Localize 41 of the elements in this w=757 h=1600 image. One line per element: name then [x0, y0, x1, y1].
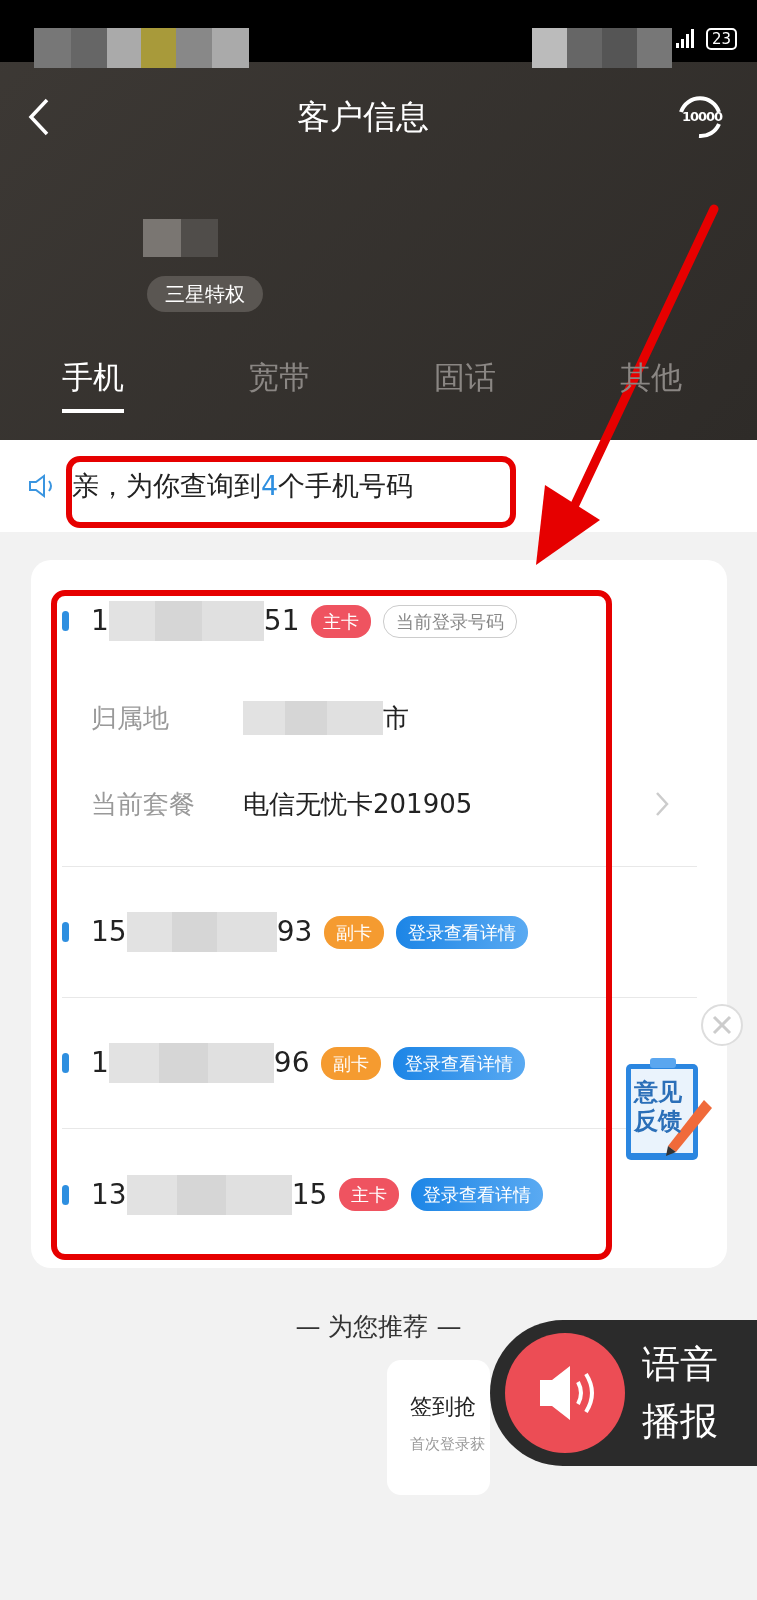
- login-details-button[interactable]: 登录查看详情: [396, 915, 529, 949]
- number-suffix: 93: [276, 914, 313, 950]
- card-type-tag: 主卡: [311, 604, 372, 638]
- card-type-tag: 主卡: [339, 1178, 400, 1211]
- battery-level: 23: [705, 28, 737, 50]
- bullet-icon: [62, 1053, 69, 1073]
- detail-label: 归属地: [91, 701, 170, 735]
- chevron-right-icon[interactable]: [655, 791, 669, 817]
- number-suffix: 96: [273, 1045, 310, 1081]
- tab[interactable]: 手机: [62, 354, 124, 413]
- login-details-button[interactable]: 登录查看详情: [393, 1046, 526, 1080]
- number-suffix: 51: [263, 603, 300, 639]
- level-badge: 三星特权: [147, 276, 263, 312]
- location-value: 市: [383, 701, 409, 735]
- voice-broadcast-button[interactable]: 语音播报: [490, 1320, 757, 1466]
- current-login-tag: 当前登录号码: [383, 604, 518, 638]
- number-prefix: 15: [91, 914, 127, 950]
- card-type-tag: 副卡: [324, 915, 385, 949]
- back-button[interactable]: [28, 98, 50, 136]
- number-suffix: 15: [291, 1176, 328, 1213]
- detail-label: 当前套餐: [91, 787, 196, 821]
- plan-value: 电信无忧卡201905: [243, 787, 473, 821]
- bullet-icon: [62, 922, 69, 942]
- speaker-icon: [504, 1332, 626, 1454]
- login-details-button[interactable]: 登录查看详情: [411, 1178, 544, 1211]
- bullet-icon: [62, 1184, 69, 1205]
- page-title: 客户信息: [296, 96, 429, 139]
- tab[interactable]: 固话: [434, 354, 496, 413]
- recommend-title: 签到抢: [410, 1392, 477, 1421]
- card-type-tag: 副卡: [321, 1046, 382, 1080]
- number-prefix: 1: [91, 1045, 109, 1081]
- hotline-button[interactable]: 10000: [675, 92, 729, 142]
- close-icon[interactable]: [700, 1003, 744, 1047]
- number-prefix: 1: [91, 603, 109, 639]
- result-message: 亲，为你查询到4个手机号码: [72, 468, 414, 503]
- tab[interactable]: 宽带: [248, 354, 310, 413]
- number-prefix: 13: [91, 1176, 127, 1213]
- recommend-card[interactable]: 签到抢 首次登录获: [387, 1359, 490, 1495]
- section-heading: — 为您推荐 —: [294, 1311, 463, 1343]
- recommend-subtitle: 首次登录获: [410, 1433, 486, 1455]
- bullet-icon: [62, 611, 69, 631]
